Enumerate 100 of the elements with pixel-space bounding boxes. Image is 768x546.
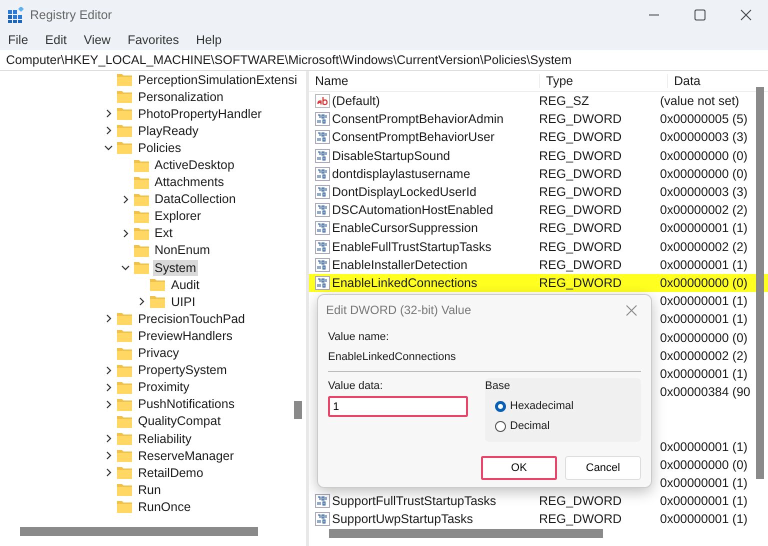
- tree-item[interactable]: Run: [136, 482, 163, 498]
- value-type: REG_SZ: [539, 94, 590, 108]
- menu-item[interactable]: Help: [196, 33, 222, 47]
- tree-item[interactable]: DataCollection: [152, 191, 238, 208]
- scrollbar-thumb[interactable]: [329, 529, 603, 538]
- radio-button[interactable]: [495, 400, 506, 412]
- maximize-icon[interactable]: [694, 9, 706, 21]
- chevron-right-icon[interactable]: [104, 434, 113, 444]
- chevron-right-icon[interactable]: [104, 400, 113, 409]
- tree-item[interactable]: Ext: [152, 225, 175, 242]
- folder-icon: [117, 73, 132, 86]
- ok-button[interactable]: OK: [481, 456, 557, 480]
- tree-item[interactable]: Audit: [169, 276, 202, 293]
- tree-item[interactable]: RetailDemo: [136, 464, 206, 481]
- chevron-down-icon[interactable]: [120, 263, 130, 272]
- menu-item[interactable]: Favorites: [128, 33, 179, 47]
- tree-item[interactable]: PropertySystem: [136, 362, 229, 378]
- folder-icon: [117, 500, 132, 514]
- value-type: REG_DWORD: [539, 276, 622, 290]
- chevron-down-icon[interactable]: [104, 143, 113, 152]
- chevron-right-icon[interactable]: [104, 468, 113, 478]
- value-data: 0x00000001 (1): [660, 258, 748, 272]
- tree-item[interactable]: Policies: [136, 140, 184, 156]
- tree-item[interactable]: PhotoPropertyHandler: [136, 106, 264, 122]
- chevron-right-icon[interactable]: [104, 314, 113, 324]
- value-name[interactable]: ConsentPromptBehaviorAdmin: [332, 112, 504, 126]
- tree-item[interactable]: PushNotifications: [136, 396, 237, 412]
- value-name[interactable]: EnableCursorSuppression: [332, 221, 478, 236]
- binary-value-icon: [315, 130, 330, 144]
- chevron-right-icon[interactable]: [104, 126, 113, 136]
- chevron-right-icon[interactable]: [104, 109, 113, 118]
- tree-item[interactable]: ReserveManager: [136, 448, 236, 464]
- tree-item[interactable]: PrecisionTouchPad: [136, 310, 248, 327]
- column-header[interactable]: Type: [539, 74, 667, 88]
- menu-item[interactable]: File: [8, 33, 28, 47]
- group-label: Base: [485, 380, 512, 392]
- binary-value-icon: [315, 221, 330, 236]
- radio-button[interactable]: [495, 420, 506, 432]
- chevron-right-icon[interactable]: [120, 194, 130, 204]
- tree-item[interactable]: QualityCompat: [136, 413, 223, 430]
- folder-icon: [117, 398, 132, 411]
- value-data: 0x00000002 (2): [660, 203, 748, 218]
- tree-item[interactable]: System: [152, 260, 198, 276]
- radio-label[interactable]: Hexadecimal: [510, 400, 574, 412]
- menu-item[interactable]: View: [84, 33, 111, 47]
- chevron-right-icon[interactable]: [104, 366, 113, 375]
- tree-item[interactable]: PreviewHandlers: [136, 328, 234, 344]
- cancel-button[interactable]: Cancel: [565, 456, 641, 480]
- value-data: 0x00000001 (1): [660, 440, 748, 454]
- value-type: REG_DWORD: [539, 258, 622, 272]
- binary-value-icon: [315, 203, 330, 218]
- value-type: REG_DWORD: [539, 512, 622, 526]
- value-name[interactable]: ConsentPromptBehaviorUser: [332, 130, 495, 144]
- chevron-right-icon[interactable]: [104, 382, 113, 392]
- scrollbar-thumb[interactable]: [756, 87, 764, 479]
- tree-item[interactable]: UIPI: [169, 294, 198, 310]
- chevron-right-icon[interactable]: [104, 451, 113, 460]
- tree-item[interactable]: Attachments: [152, 174, 226, 190]
- scrollbar-thumb[interactable]: [294, 401, 302, 419]
- tree-item[interactable]: Explorer: [152, 208, 204, 224]
- value-name[interactable]: (Default): [332, 94, 380, 108]
- value-data: 0x00000001 (1): [660, 294, 748, 308]
- value-data-field[interactable]: 1: [328, 396, 468, 417]
- value-type: REG_DWORD: [539, 166, 622, 181]
- tree-item[interactable]: Proximity: [136, 379, 192, 396]
- tree-item[interactable]: PlayReady: [136, 122, 200, 139]
- value-name[interactable]: EnableFullTrustStartupTasks: [332, 240, 492, 254]
- scrollbar-thumb[interactable]: [20, 527, 258, 536]
- tree-item[interactable]: RunOnce: [136, 498, 193, 515]
- value-data: 0x00000005 (5): [660, 112, 748, 126]
- value-data: 0x00000000 (0): [660, 148, 748, 163]
- radio-label[interactable]: Decimal: [510, 420, 550, 432]
- folder-icon: [117, 380, 132, 394]
- tree-item[interactable]: ActiveDesktop: [152, 157, 236, 174]
- column-header[interactable]: Name: [309, 74, 539, 88]
- folder-icon: [150, 278, 165, 292]
- value-name[interactable]: EnableLinkedConnections: [332, 276, 478, 290]
- value-name[interactable]: EnableInstallerDetection: [332, 258, 468, 272]
- binary-value-icon: [315, 148, 330, 163]
- tree-item[interactable]: Privacy: [136, 345, 181, 362]
- value-name[interactable]: SupportFullTrustStartupTasks: [332, 494, 496, 508]
- folder-icon: [134, 158, 148, 172]
- close-icon[interactable]: [740, 9, 752, 21]
- tree-item[interactable]: Reliability: [136, 430, 194, 447]
- value-name[interactable]: SupportUwpStartupTasks: [332, 512, 474, 526]
- chevron-right-icon[interactable]: [120, 228, 130, 238]
- value-name[interactable]: DisableStartupSound: [332, 148, 450, 163]
- value-name[interactable]: DSCAutomationHostEnabled: [332, 203, 494, 218]
- value-name[interactable]: DontDisplayLockedUserId: [332, 185, 477, 200]
- menu-item[interactable]: Edit: [45, 33, 67, 47]
- binary-value-icon: [315, 276, 330, 290]
- tree-item[interactable]: Personalization: [136, 88, 226, 105]
- value-type: REG_DWORD: [539, 130, 622, 144]
- tree-item[interactable]: NonEnum: [152, 242, 212, 258]
- value-data: 0x00000003 (3): [660, 130, 748, 144]
- value-name[interactable]: dontdisplaylastusername: [332, 166, 470, 181]
- chevron-right-icon[interactable]: [137, 297, 146, 306]
- tree-item[interactable]: PerceptionSimulationExtensi: [136, 72, 300, 88]
- folder-icon: [117, 414, 132, 428]
- field-label: Value name:: [328, 331, 390, 343]
